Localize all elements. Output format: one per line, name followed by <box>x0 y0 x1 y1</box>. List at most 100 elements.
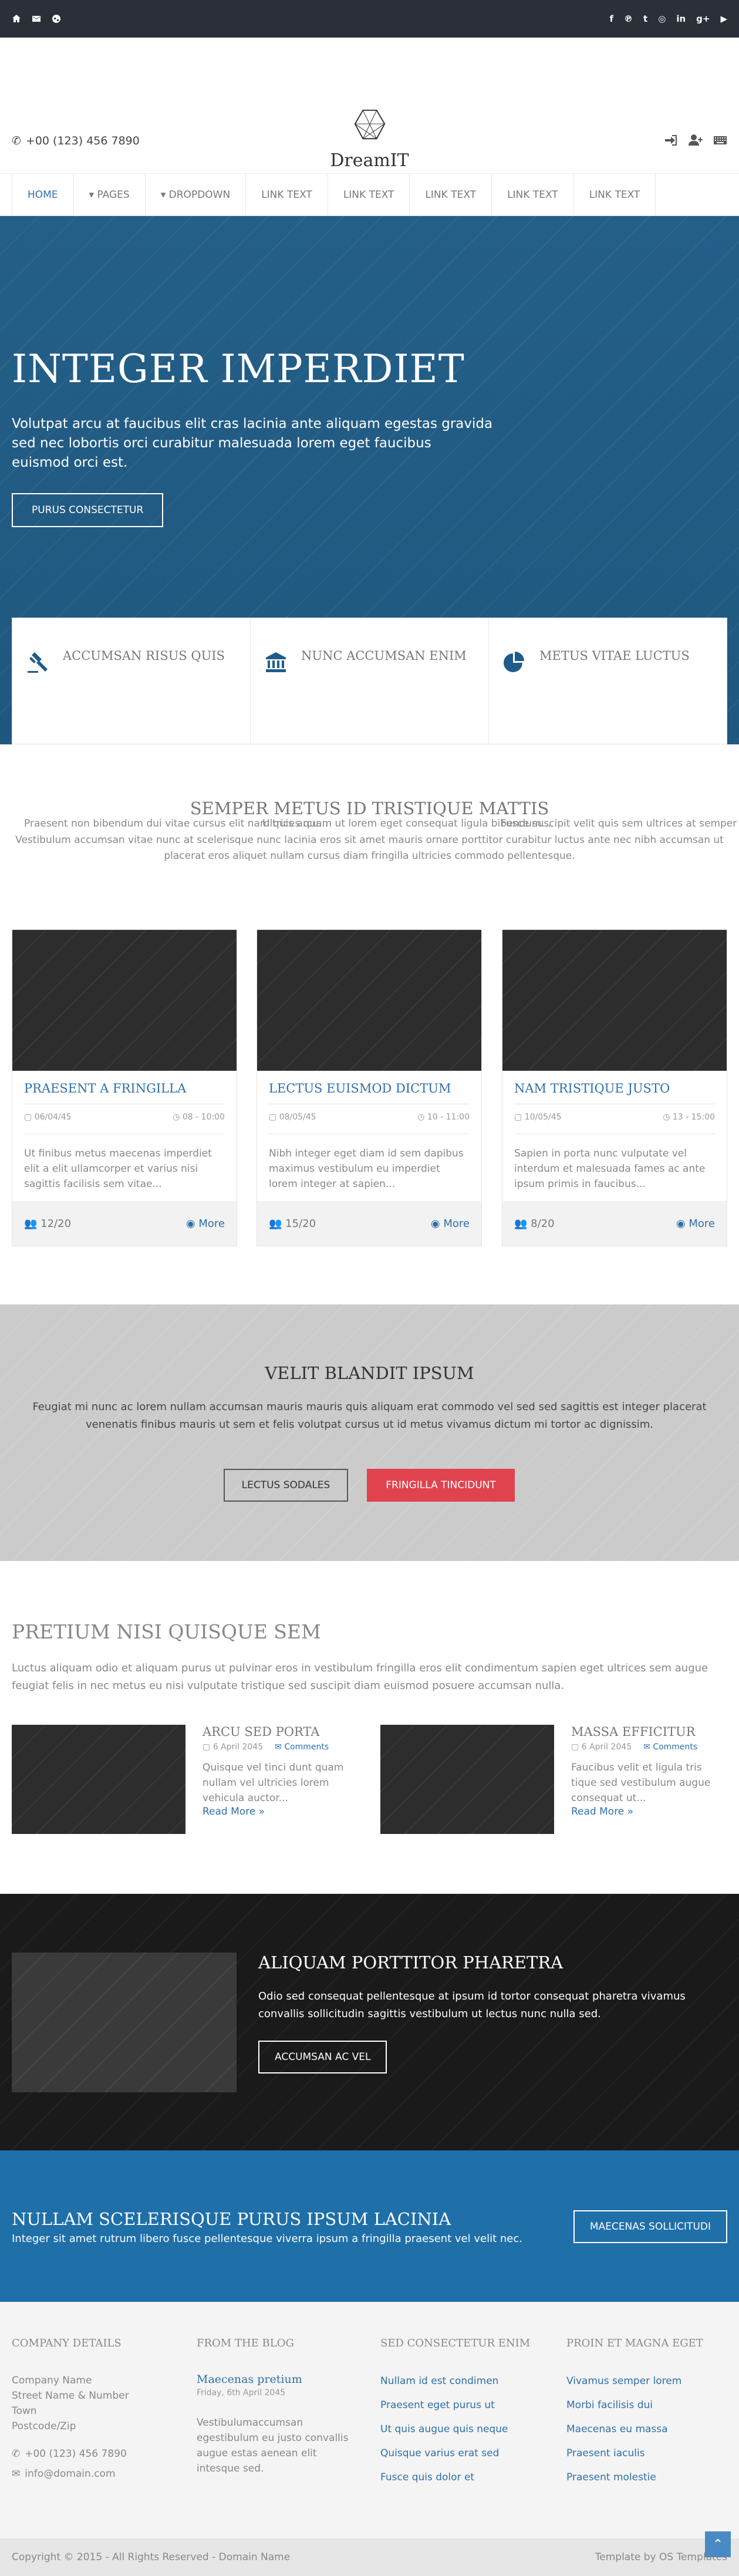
copyright-bar: Copyright © 2015 - All Rights Reserved -… <box>0 2538 739 2576</box>
card-more-link[interactable]: ◉ More <box>431 1218 470 1230</box>
nav-item-5[interactable]: LINK TEXT <box>409 174 491 216</box>
accumsan-button[interactable]: ACCUMSAN AC VEL <box>258 2041 387 2073</box>
card-image-placeholder <box>257 930 481 1071</box>
top-bar: f ℗ t ◎ in g+ ▶ <box>0 0 739 38</box>
nav-item-0[interactable]: HOME <box>12 174 73 216</box>
twitter-icon[interactable]: t <box>643 14 647 24</box>
card-count: 👥 15/20 <box>269 1217 316 1230</box>
footer-link[interactable]: Nullam id est condimen <box>380 2373 545 2389</box>
footer-link[interactable]: Ut quis augue quis neque <box>380 2421 545 2437</box>
nav-item-1[interactable]: ▾ PAGES <box>73 174 145 216</box>
footer-company: COMPANY DETAILS Company Name Street Name… <box>12 2337 176 2480</box>
footer-link[interactable]: Praesent iaculis <box>566 2445 731 2462</box>
card-meta: ▢ 10/05/45 ◷ 13 - 15:00 <box>514 1112 715 1134</box>
blog-section: PRETIUM NISI QUISQUE SEM Luctus aliquam … <box>0 1620 739 1834</box>
nav-item-4[interactable]: LINK TEXT <box>327 174 410 216</box>
card-time: ◷ 08 - 10:00 <box>173 1112 225 1122</box>
post-meta: ▢ 6 April 2045 ✉ Comments <box>203 1742 355 1752</box>
event-card[interactable]: NAM TRISTIQUE JUSTO ▢ 10/05/45 ◷ 13 - 15:… <box>502 929 727 1246</box>
card-image-placeholder <box>12 930 237 1071</box>
fringilla-tincidunt-button[interactable]: FRINGILLA TINCIDUNT <box>367 1469 515 1502</box>
eye-icon: ◉ <box>430 1217 440 1230</box>
footer-link[interactable]: Quisque varius erat sed <box>380 2445 545 2462</box>
blog-title: PRETIUM NISI QUISQUE SEM <box>12 1620 321 1643</box>
users-icon: 👥 <box>514 1217 528 1230</box>
pinterest-icon[interactable]: ℗ <box>624 14 633 24</box>
top-bar-left <box>12 14 61 23</box>
footer-blog-text: Vestibulumaccumsan egestibulum eu justo … <box>197 2417 349 2474</box>
googleplus-icon[interactable]: g+ <box>696 14 710 24</box>
nav-item-2[interactable]: ▾ DROPDOWN <box>144 174 245 216</box>
nav-item-3[interactable]: LINK TEXT <box>245 174 328 216</box>
card-more-link[interactable]: ◉ More <box>676 1218 715 1230</box>
keyboard-icon[interactable] <box>713 134 727 149</box>
post-comments-link[interactable]: ✉ Comments <box>275 1742 329 1752</box>
user-add-icon[interactable] <box>689 134 703 149</box>
footer-email[interactable]: ✉ info@domain.com <box>12 2468 176 2480</box>
callout-text: Feugiat mi nunc ac lorem nullam accumsan… <box>32 1401 707 1431</box>
cta-button[interactable]: MAECENAS SOLLICITUDI <box>573 2210 727 2243</box>
card-title[interactable]: LECTUS EUISMOD DICTUM <box>269 1081 470 1104</box>
card-date: ▢ 06/04/45 <box>24 1112 72 1122</box>
mail-icon[interactable] <box>32 14 41 23</box>
card-title[interactable]: NAM TRISTIQUE JUSTO <box>514 1081 715 1104</box>
users-icon: 👥 <box>269 1217 282 1230</box>
event-card[interactable]: LECTUS EUISMOD DICTUM ▢ 08/05/45 ◷ 10 - 1… <box>257 929 482 1246</box>
footer-link[interactable]: Vivamus semper lorem <box>566 2373 731 2389</box>
site-logo[interactable]: DreamIT <box>0 107 739 171</box>
nav-item-7[interactable]: LINK TEXT <box>573 174 656 216</box>
bank-icon <box>266 652 286 672</box>
read-more-link[interactable]: Read More » <box>571 1806 633 1818</box>
blog-post: MASSA EFFICITUR ▢ 6 April 2045 ✉ Comments… <box>380 1725 731 1834</box>
hero-button[interactable]: PURUS CONSECTETUR <box>12 493 164 527</box>
post-title[interactable]: ARCU SED PORTA <box>203 1725 355 1739</box>
intro-title: SEMPER METUS ID TRISTIQUE MATTIS <box>190 798 549 818</box>
card-title[interactable]: PRAESENT A FRINGILLA <box>24 1081 225 1104</box>
share-icon[interactable]: ▶ <box>720 14 727 24</box>
footer-link[interactable]: Maecenas eu massa <box>566 2421 731 2437</box>
lectus-sodales-button[interactable]: LECTUS SODALES <box>224 1469 348 1502</box>
gavel-icon <box>28 652 48 673</box>
footer-link[interactable]: Praesent molestie <box>566 2469 731 2486</box>
card-footer: 👥 8/20 ◉ More <box>502 1201 727 1246</box>
sign-in-icon[interactable] <box>664 134 678 149</box>
card-count: 👥 12/20 <box>24 1217 72 1230</box>
post-comments-link[interactable]: ✉ Comments <box>643 1742 697 1752</box>
event-card[interactable]: PRAESENT A FRINGILLA ▢ 06/04/45 ◷ 08 - 10… <box>12 929 237 1246</box>
post-image-placeholder[interactable] <box>12 1725 185 1834</box>
card-date: ▢ 10/05/45 <box>514 1112 562 1122</box>
footer-blog-title[interactable]: Maecenas pretium <box>197 2373 302 2386</box>
footer-link[interactable]: Fusce quis dolor et <box>380 2469 545 2486</box>
phone-icon: ✆ <box>12 2448 21 2460</box>
footer-heading: PROIN ET MAGNA EGET <box>566 2337 703 2349</box>
post-image-placeholder[interactable] <box>380 1725 554 1834</box>
back-to-top-button[interactable]: ⌃ <box>705 2531 731 2557</box>
feature-item[interactable]: ACCUMSAN RISUS QUIS Praesent non bibendu… <box>12 618 328 830</box>
card-more-link[interactable]: ◉ More <box>186 1218 225 1230</box>
post-title[interactable]: MASSA EFFICITUR <box>571 1725 724 1739</box>
facebook-icon[interactable]: f <box>610 14 614 24</box>
home-icon[interactable] <box>12 14 21 23</box>
hero-section: INTEGER IMPERDIET Volutpat arcu at fauci… <box>0 216 739 830</box>
nav-item-6[interactable]: LINK TEXT <box>491 174 573 216</box>
linkedin-icon[interactable]: in <box>676 14 686 24</box>
card-count: 👥 8/20 <box>514 1217 555 1230</box>
company-address: Company Name Street Name & Number Town P… <box>12 2373 176 2434</box>
intro-section: SEMPER METUS ID TRISTIQUE MATTIS Vestibu… <box>0 798 739 864</box>
feature-title: NUNC ACCUMSAN ENIM <box>301 649 467 663</box>
post-date: ▢ 6 April 2045 <box>203 1742 264 1752</box>
dark-image-placeholder <box>12 1953 237 2092</box>
footer-link[interactable]: Praesent eget purus ut <box>380 2397 545 2413</box>
post-text: Faucibus velit et ligula tris tique sed … <box>571 1762 711 1804</box>
address-line: Street Name & Number <box>12 2390 129 2402</box>
feature-item[interactable]: NUNC ACCUMSAN ENIM Ultrices quam ut lore… <box>251 618 551 830</box>
dribbble-icon[interactable]: ◎ <box>658 14 666 24</box>
feature-item[interactable]: METUS VITAE LUCTUS Fusce suscipit velit … <box>489 618 739 830</box>
read-more-link[interactable]: Read More » <box>203 1806 265 1818</box>
footer-blog: FROM THE BLOG Maecenas pretium Friday, 6… <box>197 2337 361 2476</box>
footer-link[interactable]: Morbi facilisis dui <box>566 2397 731 2413</box>
footer-blog-date: Friday, 6th April 2045 <box>197 2388 286 2398</box>
pie-chart-icon <box>504 652 524 672</box>
cta-section: NULLAM SCELERISQUE PURUS IPSUM LACINIA I… <box>0 2150 739 2302</box>
globe-icon[interactable] <box>52 14 61 23</box>
